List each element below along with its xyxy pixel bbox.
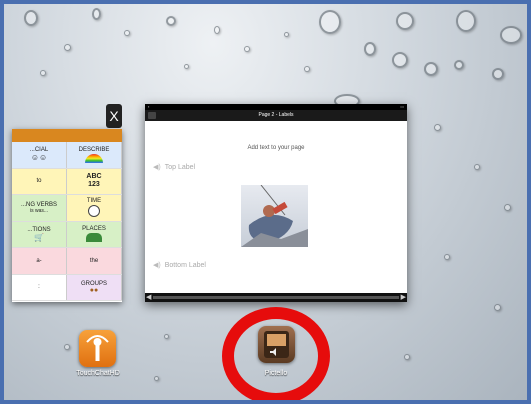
vocab-button[interactable]: TIME (67, 195, 122, 221)
touchchat-app-icon[interactable] (79, 330, 116, 367)
grid-row: ...CIAL ☺☺ DESCRIBE (12, 142, 122, 169)
group-icon: ●● (89, 286, 99, 294)
vocab-button[interactable]: ABC 123 (67, 168, 122, 194)
close-card-button[interactable]: X (106, 104, 122, 128)
vocab-button[interactable]: PLACES (67, 221, 122, 247)
bottom-label-text: Bottom Label (164, 261, 206, 269)
top-label-text: Top Label (164, 163, 196, 171)
grid-row: ...NG VERBS is was... TIME (12, 195, 122, 222)
nav-bar: Page 2 - Labels (145, 110, 407, 121)
screen: X ...CIAL ☺☺ DESCRIBE to ABC 123 ...NG V… (0, 0, 531, 404)
touchchat-app-card[interactable]: ...CIAL ☺☺ DESCRIBE to ABC 123 ...NG VER… (12, 129, 122, 302)
vocab-button[interactable]: DESCRIBE (67, 142, 122, 168)
vocab-label: to (36, 178, 42, 185)
page-photo[interactable] (241, 184, 308, 247)
highlight-circle (222, 307, 330, 400)
page-title: Page 2 - Labels (258, 112, 294, 118)
vocab-button[interactable]: ...NG VERBS is was... (12, 195, 67, 221)
close-glyph: X (109, 108, 119, 124)
back-button[interactable] (148, 112, 156, 119)
menu-button[interactable] (110, 133, 120, 141)
vocab-label: : (38, 284, 40, 291)
scroll-track[interactable] (153, 296, 399, 299)
vocab-label: TIME (86, 198, 102, 205)
vocab-label: ABC 123 (86, 173, 102, 189)
vocab-button[interactable]: ...TIONS 🛒 (12, 221, 67, 247)
scroll-left-icon[interactable]: ◀ (146, 293, 151, 302)
page-scroller[interactable]: ◀ ▶ (145, 293, 407, 302)
pictello-app-card[interactable]: ▪ ▭ Page 2 - Labels Add text to your pag… (145, 104, 407, 302)
speaker-icon: ◀) (153, 262, 161, 269)
speaker-icon: ◀) (153, 164, 161, 171)
bottom-label-field[interactable]: ◀) Bottom Label (153, 261, 206, 270)
vocab-button[interactable]: : (12, 274, 67, 300)
clock-icon (88, 205, 100, 218)
vocab-label: PLACES (82, 226, 106, 233)
vocab-button[interactable]: the (67, 248, 122, 274)
add-text-hint[interactable]: Add text to your page (145, 145, 407, 151)
vocab-button[interactable]: ...CIAL ☺☺ (12, 142, 67, 168)
vocab-label: the (89, 257, 99, 264)
vocab-button[interactable]: GROUPS ●● (67, 274, 122, 300)
touchchat-app-label: TouchChatHD (76, 370, 120, 377)
rainbow-icon (85, 153, 103, 163)
grid-row: to ABC 123 (12, 168, 122, 195)
vocab-button[interactable]: to (12, 168, 67, 194)
vocab-sublabel: is was... (29, 207, 49, 214)
tower-icon (86, 335, 109, 361)
grid-row: ...TIONS 🛒 PLACES (12, 221, 122, 248)
page-editor: Add text to your page ◀) Top Label ◀) Bo… (145, 121, 407, 293)
park-icon (86, 233, 102, 243)
zipline-photo-icon (241, 184, 308, 247)
grid-row: : GROUPS ●● (12, 274, 122, 301)
top-label-field[interactable]: ◀) Top Label (153, 163, 196, 172)
vocab-grid: ...CIAL ☺☺ DESCRIBE to ABC 123 ...NG VER… (12, 142, 122, 301)
cart-icon: 🛒 (34, 232, 44, 242)
vocab-button[interactable]: a- (12, 248, 67, 274)
app-toolbar (12, 129, 122, 142)
faces-icon: ☺☺ (30, 153, 48, 163)
scroll-right-icon[interactable]: ▶ (401, 293, 406, 302)
grid-row: a- the (12, 248, 122, 275)
vocab-label: a- (36, 257, 42, 264)
vocab-label: DESCRIBE (78, 146, 110, 153)
